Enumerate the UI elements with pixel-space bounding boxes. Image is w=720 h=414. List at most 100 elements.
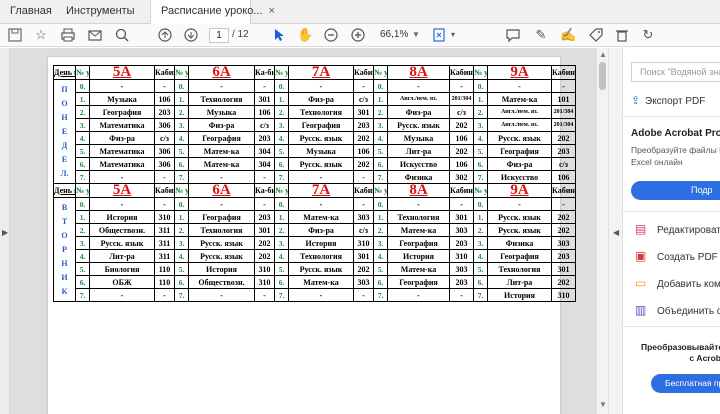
tab-home-label: Главная — [10, 5, 52, 17]
subject-cell: - — [188, 79, 255, 93]
vertical-scrollbar[interactable]: ▲ ▼ — [596, 48, 608, 414]
pen-icon[interactable]: ✎ — [533, 27, 549, 43]
chevron-down-icon[interactable]: ▼ — [412, 30, 420, 39]
schedule-row: 7. - -7. - -7. - -7. - -7. История 310 — [54, 288, 576, 302]
save-icon[interactable] — [7, 27, 23, 43]
pane-search-input[interactable]: Поиск "Водяной знак" — [631, 62, 720, 82]
lesson-number-cell: 0. — [473, 197, 488, 211]
subject-cell: География — [487, 249, 552, 263]
lesson-number-cell: 0. — [75, 79, 90, 93]
lesson-number-cell: 5. — [373, 262, 388, 276]
subject-cell: Музыка — [188, 105, 255, 119]
bookmark-star-icon[interactable]: ☆ — [33, 27, 49, 43]
tab-tools-label: Инструменты — [66, 5, 135, 17]
zoom-out-icon[interactable] — [323, 27, 339, 43]
tag-icon[interactable] — [588, 27, 604, 43]
tool-add-comment[interactable]: ▭ Добавить комм — [635, 276, 720, 290]
lesson-number-cell: 5. — [75, 144, 90, 158]
subject-cell: - — [188, 288, 255, 302]
subject-cell: Физ-ра — [288, 92, 354, 106]
scroll-thumb[interactable] — [599, 62, 606, 90]
lesson-number-cell: 4. — [473, 131, 488, 145]
export-pdf-item[interactable]: ⇪ Экспорт PDF — [631, 94, 705, 107]
close-tab-icon[interactable]: × — [269, 5, 275, 17]
room-cell: 203 — [154, 105, 175, 119]
room-cell: 304 — [254, 157, 275, 171]
page-down-icon[interactable] — [183, 27, 199, 43]
room-cell: - — [449, 79, 474, 93]
room-cell: 306 — [154, 118, 175, 132]
tool-combine-files[interactable]: ▥ Объединить ф — [635, 303, 720, 317]
schedule-row: 2. Обществозн. 311 2. Технология 301 2. Физ-ра с… — [54, 223, 576, 237]
comment-icon[interactable] — [505, 27, 521, 43]
tool-create-pdf[interactable]: ▣ Создать PDF — [635, 249, 718, 263]
room-cell: - — [353, 170, 374, 184]
fit-page-chevron-icon[interactable]: ▾ — [445, 27, 461, 43]
document-viewport[interactable]: День недели№ урока5АКабинет№ урока6АКа-б… — [10, 48, 596, 414]
lesson-number-cell: 2. — [473, 105, 488, 119]
header-room: Кабинет — [551, 65, 576, 80]
lesson-number-cell: 2. — [75, 223, 90, 237]
subject-cell: Математика — [89, 118, 155, 132]
lesson-number-cell: 3. — [174, 236, 189, 250]
subject-cell: - — [288, 197, 354, 211]
page-up-icon[interactable] — [157, 27, 173, 43]
header-lesson-number: № урока — [174, 65, 189, 80]
tab-document[interactable]: Расписание уроко... × — [150, 0, 275, 25]
subject-cell: - — [487, 79, 552, 93]
header-class-3: 8А — [387, 65, 450, 80]
mail-icon[interactable] — [87, 27, 103, 43]
left-panel-toggle[interactable]: ▶ — [0, 48, 10, 414]
lesson-number-cell: 6. — [373, 157, 388, 171]
scroll-up-icon[interactable]: ▲ — [599, 50, 607, 59]
lesson-number-cell: 1. — [174, 92, 189, 106]
lesson-number-cell: 6. — [274, 275, 289, 289]
search-zoom-icon[interactable] — [114, 27, 130, 43]
header-lesson-number: № урока — [373, 65, 388, 80]
schedule-row: 4. Физ-ра с/з 4. География 203 4. Русск. язык 20… — [54, 131, 576, 145]
subject-cell: Матем-ка — [188, 144, 255, 158]
lesson-number-cell: 4. — [75, 131, 90, 145]
rotate-icon[interactable]: ↻ — [640, 27, 656, 43]
free-trial-button[interactable]: Бесплатная пр — [651, 374, 720, 393]
sign-icon[interactable]: ✍ — [560, 27, 576, 43]
right-panel-toggle[interactable]: ◀ — [608, 48, 622, 414]
header-lesson-number: № урока — [174, 183, 189, 198]
room-cell: 106 — [449, 157, 474, 171]
room-cell: 202 — [551, 131, 576, 145]
lesson-number-cell: 2. — [373, 105, 388, 119]
room-cell: - — [449, 288, 474, 302]
print-icon[interactable] — [60, 27, 76, 43]
lesson-number-cell: 5. — [174, 262, 189, 276]
room-cell: - — [254, 197, 275, 211]
main-toolbar: ☆ 1 / 12 ✋ 66,1% ▼ ▾ ✎ ✍ ↻ — [0, 24, 720, 47]
tool-edit-pdf-label: Редактировать — [657, 225, 720, 236]
scroll-down-icon[interactable]: ▼ — [599, 400, 607, 409]
schedule-row: 6. ОБЖ 110 6. Обществозн. 310 6. Матем-ка 303 6. Г… — [54, 275, 576, 289]
lesson-number-cell: 6. — [473, 275, 488, 289]
lesson-number-cell: 3. — [75, 118, 90, 132]
ad-details-button[interactable]: Подр — [631, 181, 720, 200]
delete-icon[interactable] — [614, 27, 630, 43]
tab-home[interactable]: Главная — [0, 0, 62, 24]
room-cell: 106 — [449, 131, 474, 145]
room-cell: - — [353, 197, 374, 211]
room-cell: - — [353, 79, 374, 93]
lesson-number-cell: 1. — [75, 92, 90, 106]
subject-cell: Русск. язык — [288, 157, 354, 171]
tools-pane: Поиск "Водяной знак" ⇪ Экспорт PDF Adobe … — [622, 48, 720, 414]
tab-tools[interactable]: Инструменты — [56, 0, 145, 24]
subject-cell: Математика — [89, 157, 155, 171]
select-arrow-icon[interactable] — [271, 27, 287, 43]
room-cell: 310 — [254, 275, 275, 289]
subject-cell: География — [487, 144, 552, 158]
page-number-input[interactable]: 1 — [209, 28, 229, 43]
zoom-level[interactable]: 66,1% — [380, 29, 408, 40]
export-pdf-label: Экспорт PDF — [645, 96, 706, 107]
header-lesson-number: № урока — [274, 65, 289, 80]
tool-edit-pdf[interactable]: ▤ Редактировать — [635, 222, 720, 236]
schedule-row: 3. Математика 306 3. Физ-ра с/з 3. География 203… — [54, 118, 576, 132]
hand-icon[interactable]: ✋ — [297, 27, 313, 43]
subject-cell: География — [89, 105, 155, 119]
zoom-in-icon[interactable] — [350, 27, 366, 43]
